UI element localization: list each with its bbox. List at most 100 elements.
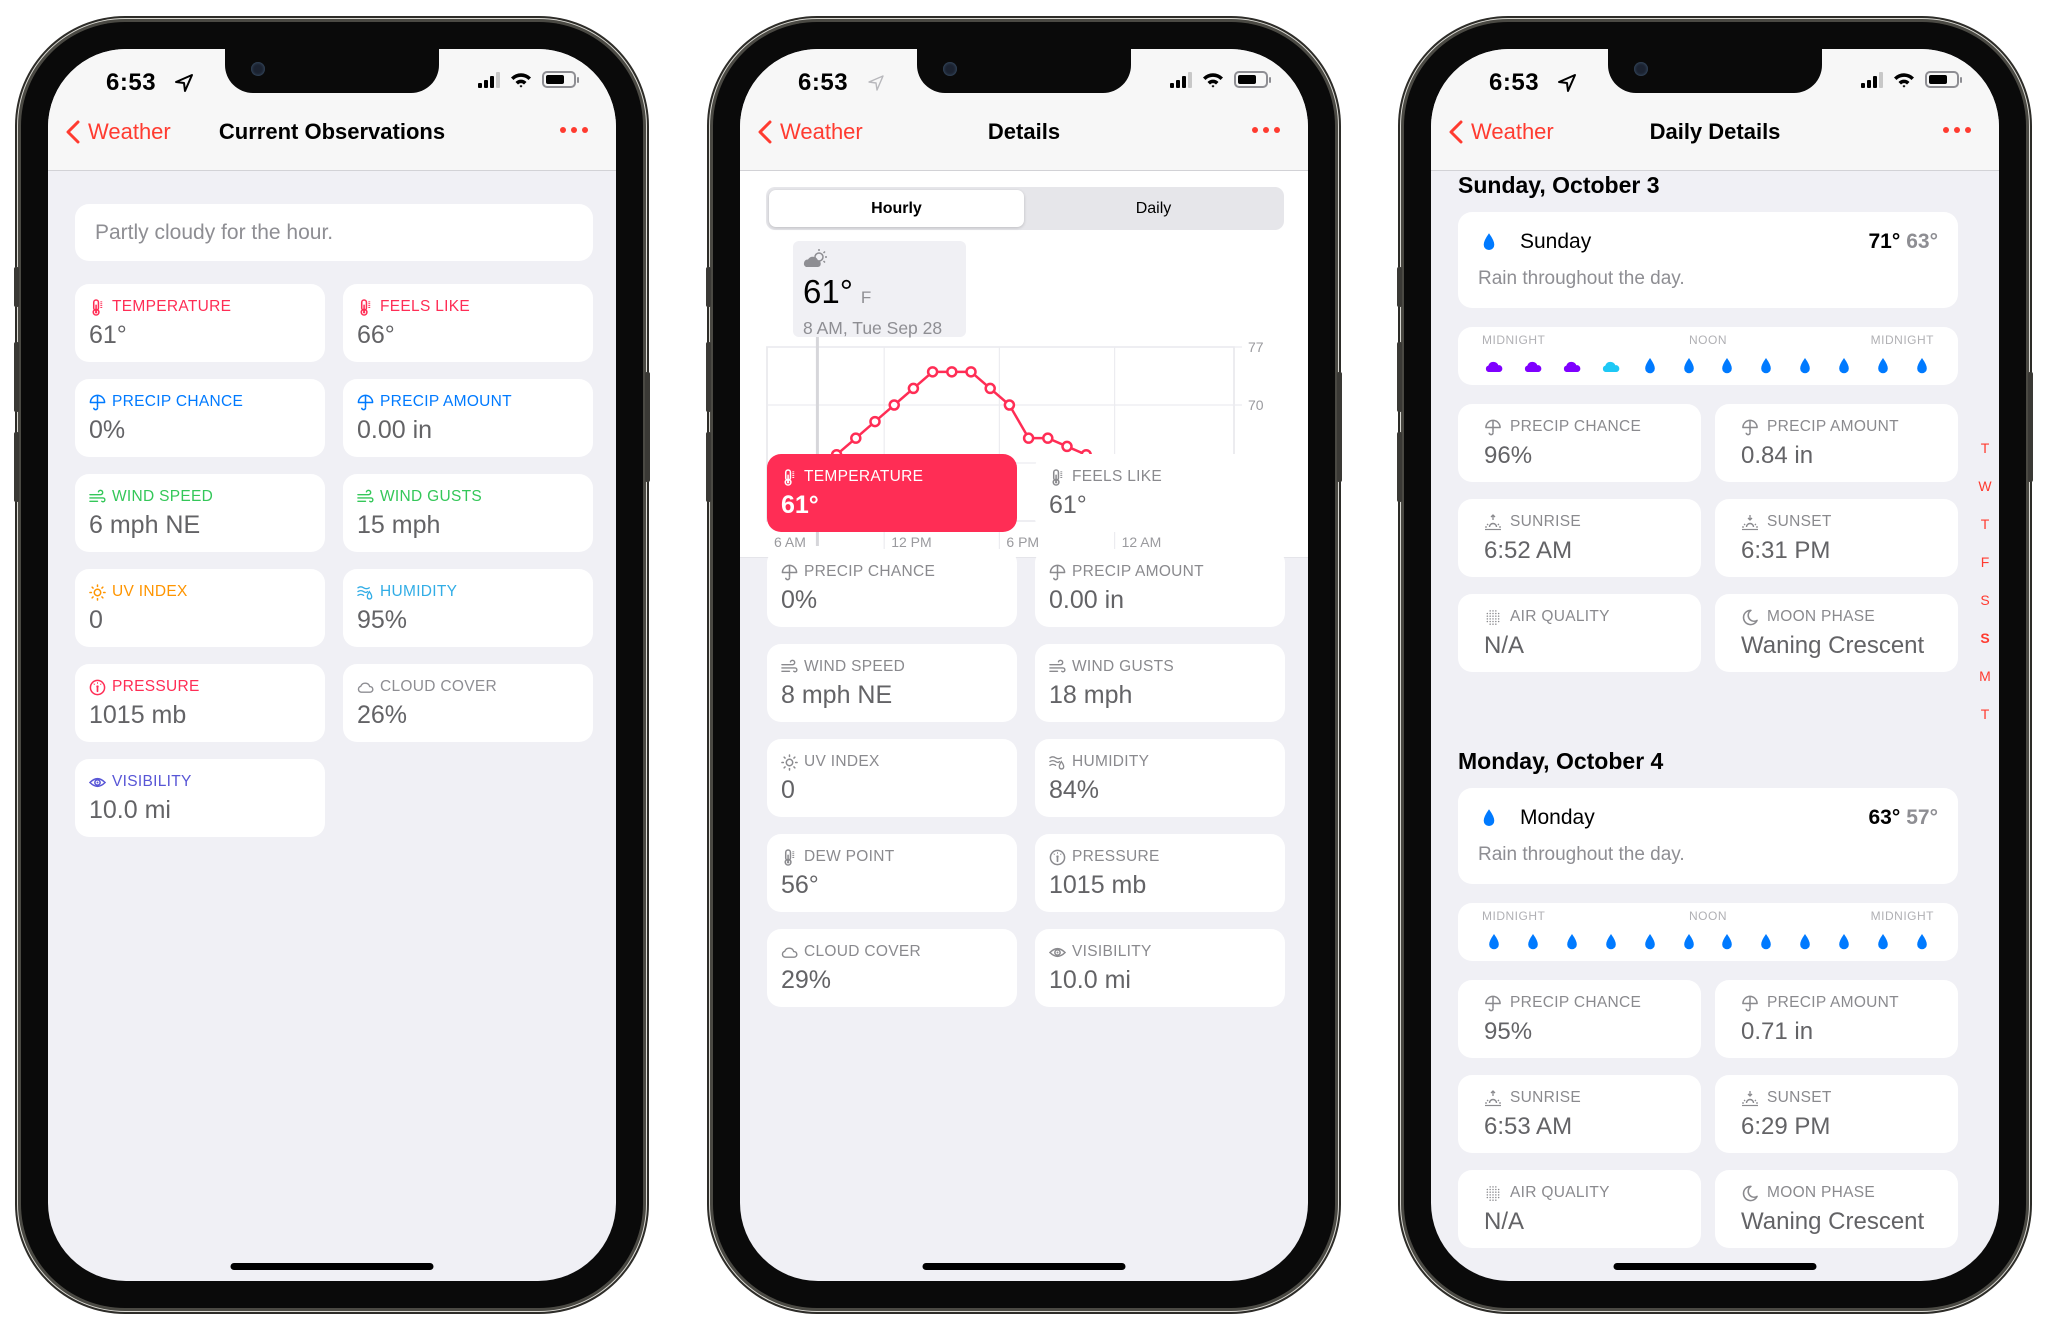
metric-card-moon-phase[interactable]: MOON PHASE Waning Crescent <box>1715 594 1958 672</box>
metric-card-cloud-cover[interactable]: CLOUD COVER 26% <box>343 664 593 742</box>
metric-card-pressure[interactable]: PRESSURE 1015 mb <box>75 664 325 742</box>
metric-value: 61° <box>89 321 127 349</box>
temperature-point[interactable] <box>926 366 939 378</box>
status-time: 6:53 <box>106 69 157 96</box>
home-indicator[interactable] <box>922 1263 1126 1270</box>
metric-label-text: PRECIP CHANCE <box>804 563 936 580</box>
home-indicator[interactable] <box>230 1263 434 1270</box>
metric-card-precip-amount[interactable]: PRECIP AMOUNT 0.00 in <box>1035 549 1285 627</box>
metric-card-humidity[interactable]: HUMIDITY 95% <box>343 569 593 647</box>
eye-icon <box>89 774 106 791</box>
metric-card-sunrise[interactable]: SUNRISE 6:52 AM <box>1458 499 1701 577</box>
umbrella-icon <box>357 394 374 411</box>
wind-icon <box>1049 659 1066 676</box>
metric-card-precip-amount[interactable]: PRECIP AMOUNT 0.71 in <box>1715 980 1958 1058</box>
temperature-point[interactable] <box>965 366 977 378</box>
metric-card-feels-like[interactable]: FEELS LIKE 61° <box>1035 454 1285 532</box>
metric-card-wind-speed[interactable]: WIND SPEED 6 mph NE <box>75 474 325 552</box>
back-button[interactable]: Weather <box>1449 119 1554 145</box>
index-letter[interactable]: T <box>1981 705 1990 724</box>
metric-card-visibility[interactable]: VISIBILITY 10.0 mi <box>1035 929 1285 1007</box>
umbrella-icon <box>1741 419 1759 436</box>
metric-label: CLOUD COVER <box>781 943 1003 961</box>
index-letter[interactable]: M <box>1979 667 1991 686</box>
metric-card-wind-gusts[interactable]: WIND GUSTS 15 mph <box>343 474 593 552</box>
metric-card-sunset[interactable]: SUNSET 6:29 PM <box>1715 1075 1958 1153</box>
strip-label-midnight: MIDNIGHT <box>1482 333 1546 347</box>
index-letter[interactable]: W <box>1978 477 1991 496</box>
metric-card-temperature[interactable]: TEMPERATURE 61° <box>75 284 325 362</box>
temperature-point[interactable] <box>1042 432 1054 444</box>
temperature-point[interactable] <box>869 415 881 428</box>
day-heading: Monday, October 4 <box>1458 748 1664 774</box>
metric-value: 8 mph NE <box>781 681 893 709</box>
metric-card-air-quality[interactable]: AIR QUALITY N/A <box>1458 1170 1701 1248</box>
metric-card-precip-chance[interactable]: PRECIP CHANCE 0% <box>767 549 1017 627</box>
metric-card-pressure[interactable]: PRESSURE 1015 mb <box>1035 834 1285 912</box>
temperature-point[interactable] <box>1061 440 1073 453</box>
metric-card-sunrise[interactable]: SUNRISE 6:53 AM <box>1458 1075 1701 1153</box>
metric-card-precip-chance[interactable]: PRECIP CHANCE 95% <box>1458 980 1701 1058</box>
metric-label: UV INDEX <box>89 583 311 601</box>
metric-label: MOON PHASE <box>1741 608 1958 626</box>
index-letter[interactable]: F <box>1981 553 1990 572</box>
hourly-conditions-strip: MIDNIGHT NOON MIDNIGHT <box>1458 903 1958 961</box>
metric-card-visibility[interactable]: VISIBILITY 10.0 mi <box>75 759 325 837</box>
metric-label: PRECIP CHANCE <box>89 393 311 411</box>
back-button[interactable]: Weather <box>66 119 171 145</box>
moon-icon <box>1741 1185 1759 1202</box>
metric-card-sunset[interactable]: SUNSET 6:31 PM <box>1715 499 1958 577</box>
cloud-icon <box>357 679 374 696</box>
metric-card-dew-point[interactable]: DEW POINT 56° <box>767 834 1017 912</box>
high-temp: 71° <box>1868 230 1901 253</box>
chart-tooltip: 61° F 8 AM, Tue Sep 28 <box>793 241 966 338</box>
metric-label: WIND GUSTS <box>1049 658 1271 676</box>
index-letter[interactable]: S <box>1980 629 1989 648</box>
index-letter[interactable]: T <box>1981 439 1990 458</box>
temperature-point[interactable] <box>888 399 900 411</box>
x-tick-label: 12 PM <box>891 534 931 550</box>
temperature-point[interactable] <box>984 382 996 395</box>
metric-card-temperature[interactable]: TEMPERATURE 61° <box>767 454 1017 532</box>
metric-card-air-quality[interactable]: AIR QUALITY N/A <box>1458 594 1701 672</box>
day-summary-card[interactable]: Monday 63° 57° Rain throughout the day. <box>1458 788 1958 884</box>
temperature-point[interactable] <box>1003 399 1016 411</box>
more-button[interactable] <box>1943 127 1971 133</box>
metric-card-uv-index[interactable]: UV INDEX 0 <box>767 739 1017 817</box>
raindrop-icon <box>1834 933 1854 951</box>
metric-label: AIR QUALITY <box>1484 608 1701 626</box>
temperature-point[interactable] <box>850 432 862 444</box>
day-index-scrubber[interactable]: TWTFSSMT <box>1977 439 1993 724</box>
index-letter[interactable]: S <box>1980 591 1989 610</box>
metric-card-feels-like[interactable]: FEELS LIKE 66° <box>343 284 593 362</box>
temperature-point[interactable] <box>1022 432 1035 444</box>
metric-card-wind-speed[interactable]: WIND SPEED 8 mph NE <box>767 644 1017 722</box>
metric-card-precip-amount[interactable]: PRECIP AMOUNT 0.84 in <box>1715 404 1958 482</box>
notch <box>1608 49 1822 93</box>
metric-card-moon-phase[interactable]: MOON PHASE Waning Crescent <box>1715 1170 1958 1248</box>
temperature-point[interactable] <box>946 366 958 378</box>
metric-card-cloud-cover[interactable]: CLOUD COVER 29% <box>767 929 1017 1007</box>
raindrop-icon <box>1478 228 1520 256</box>
temperature-point[interactable] <box>907 382 920 395</box>
metric-card-precip-chance[interactable]: PRECIP CHANCE 96% <box>1458 404 1701 482</box>
metric-card-wind-gusts[interactable]: WIND GUSTS 18 mph <box>1035 644 1285 722</box>
metric-card-precip-amount[interactable]: PRECIP AMOUNT 0.00 in <box>343 379 593 457</box>
thermometer-icon <box>781 468 798 486</box>
metric-label: FEELS LIKE <box>357 298 579 316</box>
metric-card-humidity[interactable]: HUMIDITY 84% <box>1035 739 1285 817</box>
metric-label-text: SUNRISE <box>1510 513 1582 530</box>
battery-icon <box>542 71 579 88</box>
metric-label-text: PRECIP AMOUNT <box>1072 563 1204 580</box>
wifi-icon <box>511 72 531 88</box>
index-letter[interactable]: T <box>1981 515 1990 534</box>
metric-card-uv-index[interactable]: UV INDEX 0 <box>75 569 325 647</box>
home-indicator[interactable] <box>1613 1263 1817 1270</box>
metric-label-text: PRECIP AMOUNT <box>1767 418 1899 435</box>
metric-card-precip-chance[interactable]: PRECIP CHANCE 0% <box>75 379 325 457</box>
day-name: Monday <box>1520 806 1595 829</box>
more-button[interactable] <box>560 127 588 133</box>
y-tick-label: 70 <box>1248 397 1264 413</box>
metric-value: 95% <box>1484 1018 1533 1045</box>
day-summary-card[interactable]: Sunday 71° 63° Rain throughout the day. <box>1458 212 1958 308</box>
